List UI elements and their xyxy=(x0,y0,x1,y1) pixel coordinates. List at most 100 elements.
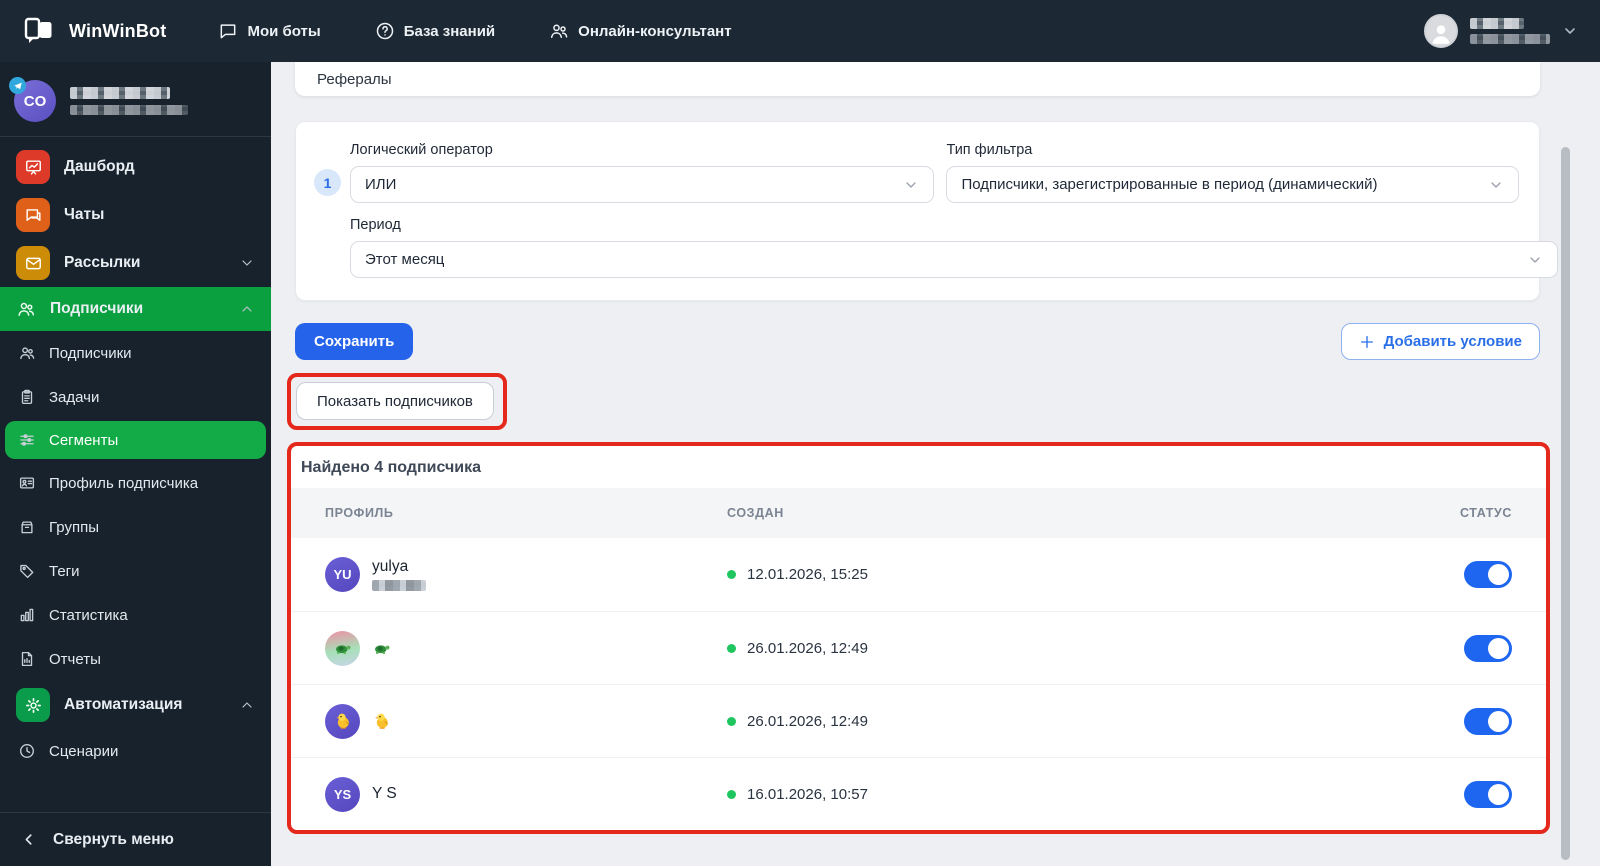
segments-icon xyxy=(18,431,36,449)
sidebar-item-сценарии-13[interactable]: Сценарии xyxy=(0,729,271,773)
logical-operator-label: Логический оператор xyxy=(350,142,493,158)
results-table-header: ПРОФИЛЬ СОЗДАН СТАТУС xyxy=(291,488,1546,538)
chevron-down-icon xyxy=(1565,28,1575,34)
online-status-dot xyxy=(727,716,736,726)
people-icon xyxy=(549,21,569,41)
subscriber-row-1[interactable]: YU yulya 12.01.2026, 15:25 xyxy=(291,538,1546,611)
add-condition-button[interactable]: Добавить условие xyxy=(1340,323,1540,360)
created-date: 26.01.2026, 12:49 xyxy=(747,639,868,657)
sidebar-item-подписчики-4[interactable]: Подписчики xyxy=(0,331,271,375)
online-status-dot xyxy=(727,789,736,799)
mail-icon xyxy=(16,246,50,280)
subscriber-row-3[interactable]: 26.01.2026, 12:49 xyxy=(291,684,1546,757)
chevron-up-icon xyxy=(239,301,255,317)
users-icon xyxy=(16,299,36,319)
top-navbar: WinWinBot Мои боты База знаний Онлайн-конс… xyxy=(0,0,1600,62)
subscriber-avatar xyxy=(325,703,360,739)
online-status-dot xyxy=(727,643,736,653)
main-content: Рефералы 1 Логический оператор ИЛИ Тип ф… xyxy=(271,62,1600,866)
status-toggle[interactable] xyxy=(1464,561,1512,588)
subscriber-name: Y S xyxy=(372,785,397,802)
period-label: Период xyxy=(350,217,401,233)
column-header-status: СТАТУС xyxy=(1459,506,1512,520)
sidebar-user-initials: CO xyxy=(23,92,47,110)
red-annotation-box-show-subscribers: Показать подписчиков xyxy=(287,373,507,430)
logical-operator-value: ИЛИ xyxy=(365,176,397,193)
sidebar-item-label: Чаты xyxy=(64,206,105,223)
sidebar-item-задачи-5[interactable]: Задачи xyxy=(0,375,271,419)
subscriber-avatar: YS xyxy=(325,776,360,812)
sidebar-item-отчеты-11[interactable]: Отчеты xyxy=(0,637,271,681)
sidebar-item-статистика-10[interactable]: Статистика xyxy=(0,593,271,637)
nav-item-1[interactable]: Мои боты xyxy=(218,21,321,41)
online-status-dot xyxy=(727,570,736,579)
winwinbot-logo-icon xyxy=(22,14,56,48)
show-subscribers-button[interactable]: Показать подписчиков xyxy=(296,382,494,420)
sidebar: CO Дашборд Чаты Рассылки Подписчики Подписчи… xyxy=(0,62,271,866)
sidebar-item-label: Автоматизация xyxy=(64,696,183,713)
subscriber-name: yulya xyxy=(372,558,409,575)
sidebar-item-сегменты-6[interactable]: Сегменты xyxy=(5,421,266,459)
user-name-redacted xyxy=(1470,18,1550,44)
toggle-knob xyxy=(1488,783,1509,805)
report-icon xyxy=(18,650,36,668)
chevron-down-icon xyxy=(1491,181,1501,188)
dashboard-icon xyxy=(16,150,50,184)
status-toggle[interactable] xyxy=(1464,634,1512,662)
brand[interactable]: WinWinBot xyxy=(22,14,166,48)
filter-type-select[interactable]: Подписчики, зарегистрированные в период … xyxy=(946,166,1519,203)
period-value: Этот месяц xyxy=(365,251,445,268)
created-date: 12.01.2026, 15:25 xyxy=(747,566,868,583)
nav-item-label: База знаний xyxy=(403,22,496,40)
sidebar-item-label: Подписчики xyxy=(50,300,144,317)
sidebar-item-label: Профиль подписчика xyxy=(49,474,199,492)
filter-condition-card: 1 Логический оператор ИЛИ Тип фильтра По… xyxy=(295,121,1558,301)
period-select[interactable]: Этот месяц xyxy=(350,241,1558,278)
subscriber-row-2[interactable]: 26.01.2026, 12:49 xyxy=(291,611,1546,684)
nav-item-3[interactable]: Онлайн-консультант xyxy=(549,21,732,41)
sidebar-item-профиль-подписчика-7[interactable]: Профиль подписчика xyxy=(0,461,271,505)
logical-operator-select[interactable]: ИЛИ xyxy=(350,166,935,203)
sidebar-item-группы-8[interactable]: Группы xyxy=(0,505,271,549)
column-header-created: СОЗДАН xyxy=(727,506,784,520)
clock-icon xyxy=(18,742,36,760)
add-condition-label: Добавить условие xyxy=(1383,333,1522,350)
sidebar-item-подписчики-3[interactable]: Подписчики xyxy=(0,287,271,331)
status-toggle[interactable] xyxy=(1464,707,1512,735)
telegram-badge-icon xyxy=(9,77,26,94)
filter-type-value: Подписчики, зарегистрированные в период … xyxy=(961,176,1378,193)
status-toggle[interactable] xyxy=(1464,780,1512,808)
app-window: WinWinBot Мои боты База знаний Онлайн-конс… xyxy=(0,0,1600,866)
avatar-initials: YS xyxy=(333,786,352,802)
sidebar-user-name-redacted xyxy=(70,87,188,115)
sidebar-item-label: Отчеты xyxy=(49,650,101,668)
chevron-left-icon xyxy=(25,834,32,845)
profile-card-icon xyxy=(18,474,36,492)
groups-icon xyxy=(18,518,36,536)
sidebar-item-теги-9[interactable]: Теги xyxy=(0,549,271,593)
nav-item-2[interactable]: База знаний xyxy=(375,21,495,41)
results-count-title: Найдено 4 подписчика xyxy=(301,459,481,476)
sidebar-item-label: Сегменты xyxy=(49,431,119,449)
sidebar-item-автоматизация-12[interactable]: Автоматизация xyxy=(0,681,271,729)
plus-icon xyxy=(1360,335,1373,348)
sidebar-divider xyxy=(0,136,271,137)
sidebar-item-чаты-1[interactable]: Чаты xyxy=(0,191,271,239)
users-icon xyxy=(18,344,36,362)
save-button[interactable]: Сохранить xyxy=(295,323,414,360)
sidebar-item-рассылки-2[interactable]: Рассылки xyxy=(0,239,271,287)
red-annotation-box-results: Найдено 4 подписчика ПРОФИЛЬ СОЗДАН СТАТ… xyxy=(287,442,1550,834)
chat-bubble-icon xyxy=(218,21,238,41)
navbar-user-menu[interactable] xyxy=(1424,14,1578,48)
subscriber-row-4[interactable]: YS Y S 16.01.2026, 10:57 xyxy=(291,757,1546,830)
vertical-scrollbar[interactable] xyxy=(1561,147,1570,860)
toggle-knob xyxy=(1488,637,1509,659)
column-header-profile: ПРОФИЛЬ xyxy=(325,506,394,520)
chevron-down-icon xyxy=(906,181,917,188)
sidebar-item-дашборд-0[interactable]: Дашборд xyxy=(0,143,271,191)
turtle-emoji-icon xyxy=(333,638,353,658)
sidebar-item-label: Статистика xyxy=(49,606,128,624)
sidebar-user[interactable]: CO xyxy=(0,76,271,136)
chevron-down-icon xyxy=(1530,256,1540,263)
collapse-menu-button[interactable]: Свернуть меню xyxy=(0,812,271,866)
